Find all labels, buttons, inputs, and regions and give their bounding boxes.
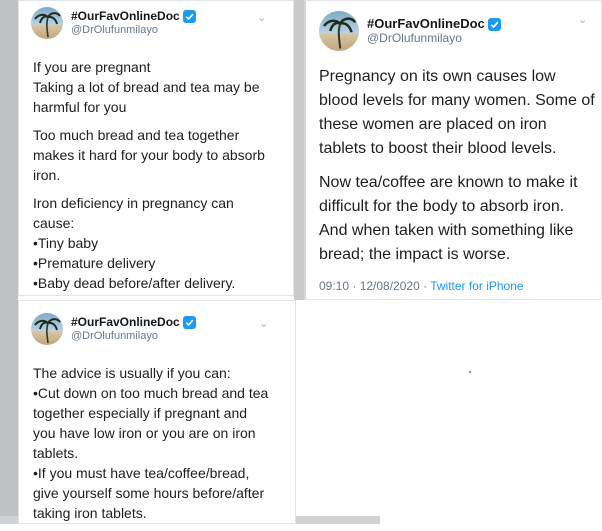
display-name[interactable]: #OurFavOnlineDoc xyxy=(71,315,196,330)
chevron-down-icon[interactable]: ⌄ xyxy=(578,13,587,26)
tweet-text: If you are pregnant Taking a lot of brea… xyxy=(33,57,291,301)
tweet-timestamp: 09:10 · 12/08/2020 · Twitter for iPhone xyxy=(319,279,524,293)
tweet-header: #OurFavOnlineDoc @DrOlufunmilayo xyxy=(319,11,501,51)
tweet-card-2[interactable]: #OurFavOnlineDoc @DrOlufunmilayo ⌄ Pregn… xyxy=(304,0,602,300)
tweet-card-3[interactable]: #OurFavOnlineDoc @DrOlufunmilayo ⌄ The a… xyxy=(18,300,296,524)
palm-tree-avatar[interactable] xyxy=(319,11,359,51)
account-handle[interactable]: @DrOlufunmilayo xyxy=(71,330,196,343)
account-handle[interactable]: @DrOlufunmilayo xyxy=(367,31,501,46)
stray-dot xyxy=(469,371,471,373)
chevron-down-icon[interactable]: ⌄ xyxy=(257,11,266,24)
palm-tree-avatar[interactable] xyxy=(31,7,63,39)
verified-badge-icon xyxy=(182,316,196,330)
tweet-card-1[interactable]: #OurFavOnlineDoc @DrOlufunmilayo ⌄ If yo… xyxy=(18,0,294,296)
verified-badge-icon xyxy=(182,10,196,24)
paragraph: If you are pregnant Taking a lot of brea… xyxy=(33,59,260,115)
verified-badge-icon xyxy=(487,17,501,31)
background-gutter-middle xyxy=(294,0,304,300)
tweet-header: #OurFavOnlineDoc @DrOlufunmilayo xyxy=(31,313,196,345)
background-gutter xyxy=(0,0,18,524)
paragraph: Pregnancy on its own causes low blood le… xyxy=(319,68,595,157)
paragraph: Iron deficiency in pregnancy can cause: … xyxy=(33,195,236,291)
account-handle[interactable]: @DrOlufunmilayo xyxy=(71,24,196,37)
display-name[interactable]: #OurFavOnlineDoc xyxy=(367,16,501,32)
tweet-text: The advice is usually if you can: •Cut d… xyxy=(33,363,295,531)
chevron-down-icon[interactable]: ⌄ xyxy=(259,317,268,330)
tweet-header: #OurFavOnlineDoc @DrOlufunmilayo xyxy=(31,7,196,39)
palm-tree-avatar[interactable] xyxy=(31,313,63,345)
tweet-text: Pregnancy on its own causes low blood le… xyxy=(319,65,601,277)
paragraph: The advice is usually if you can: •Cut d… xyxy=(33,365,269,521)
tweet-source-link[interactable]: Twitter for iPhone xyxy=(430,279,523,293)
paragraph: Too much bread and tea together makes it… xyxy=(33,127,265,183)
display-name[interactable]: #OurFavOnlineDoc xyxy=(71,9,196,24)
paragraph: Now tea/coffee are known to make it diff… xyxy=(319,174,578,263)
